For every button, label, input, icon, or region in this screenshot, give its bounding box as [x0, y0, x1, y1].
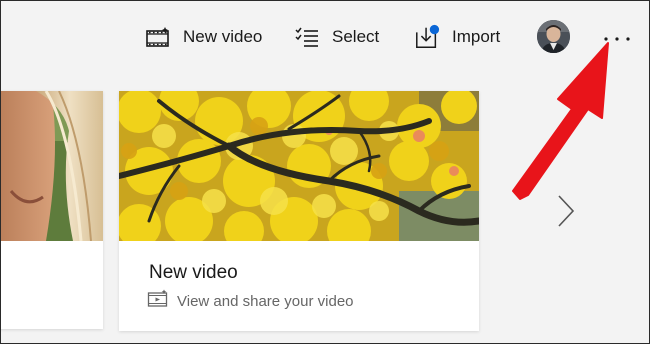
profile-photo	[537, 20, 570, 53]
video-card-new[interactable]: New video View and share your video	[119, 91, 479, 331]
film-icon	[145, 24, 171, 50]
new-video-label: New video	[183, 27, 263, 46]
video-thumbnail	[1, 91, 103, 241]
video-thumbnail	[119, 91, 479, 241]
photos-app-window: New video Select Import New video View a…	[0, 0, 650, 344]
card-subtitle-text: View and share your video	[177, 292, 354, 310]
card-title: New video	[149, 262, 238, 283]
import-button[interactable]: Import	[414, 19, 500, 55]
import-label: Import	[452, 27, 501, 46]
avatar[interactable]	[537, 20, 570, 53]
toolbar: New video Select Import	[1, 1, 649, 73]
card-subtitle: View and share your video	[147, 289, 354, 313]
film-icon	[147, 289, 169, 313]
select-button[interactable]: Select	[294, 19, 379, 55]
select-label: Select	[332, 27, 380, 46]
chevron-right-icon[interactable]	[554, 194, 578, 228]
new-video-button[interactable]: New video	[145, 19, 262, 55]
video-card-previous[interactable]	[1, 91, 103, 329]
import-icon	[414, 24, 440, 50]
checklist-icon	[294, 24, 320, 50]
more-options-icon[interactable]	[601, 27, 633, 51]
